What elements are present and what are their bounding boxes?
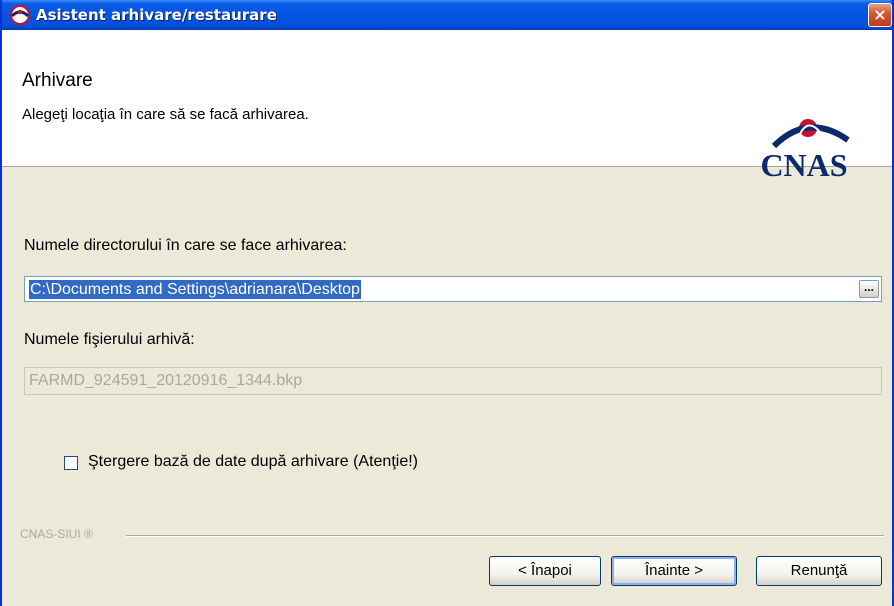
directory-input[interactable]: C:\Documents and Settings\adrianara\Desk…	[24, 276, 882, 302]
file-name-input: FARMD_924591_20120916_1344.bkp	[24, 367, 882, 395]
app-icon	[10, 5, 30, 25]
logo-text: CNAS	[760, 147, 847, 180]
cnas-logo: CNAS	[760, 119, 850, 180]
window-title: Asistent arhivare/restaurare	[36, 6, 277, 24]
delete-database-label[interactable]: Ştergere bază de date după arhivare (Ate…	[88, 453, 418, 471]
wizard-window: Asistent arhivare/restaurare × Arhivare …	[0, 0, 894, 606]
file-name-value: FARMD_924591_20120916_1344.bkp	[29, 372, 303, 389]
file-label: Numele fişierului arhivă:	[24, 331, 195, 348]
footer-separator	[126, 535, 884, 537]
browse-button[interactable]: ...	[859, 280, 879, 298]
back-button[interactable]: < Înapoi	[489, 556, 601, 586]
directory-label: Numele directorului în care se face arhi…	[24, 237, 347, 254]
delete-database-checkbox[interactable]	[64, 456, 78, 470]
page-title: Arhivare	[22, 70, 93, 91]
page-subtitle: Alegeţi locaţia în care să se facă arhiv…	[22, 106, 309, 123]
title-bar[interactable]: Asistent arhivare/restaurare ×	[2, 0, 892, 30]
directory-value[interactable]: C:\Documents and Settings\adrianara\Desk…	[29, 280, 361, 299]
cancel-button[interactable]: Renunţă	[756, 556, 882, 586]
wizard-header: Arhivare Alegeţi locaţia în care să se f…	[2, 30, 892, 180]
close-button[interactable]: ×	[868, 3, 892, 27]
footer-brand: CNAS-SIUI ®	[20, 527, 93, 541]
next-button[interactable]: Înainte >	[611, 556, 737, 586]
